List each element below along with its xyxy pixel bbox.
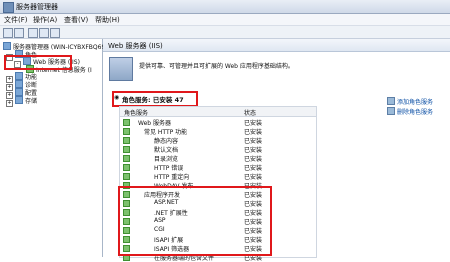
title-bar: 服务器管理器 (0, 0, 450, 14)
table-row[interactable]: HTTP 错误 已安装 (120, 162, 316, 172)
add-role-services-link[interactable]: 添加角色服务 (387, 97, 433, 106)
storage-icon (15, 96, 23, 104)
highlight-web-server (4, 55, 72, 70)
installed-icon (123, 173, 130, 180)
highlight-app-dev (118, 186, 272, 256)
app-icon (3, 2, 14, 13)
tree-storage[interactable]: + 存储 (6, 96, 37, 107)
content-pane: Web 服务器 (IIS) 提供可靠、可管理并且可扩展的 Web 应用程序基础结… (103, 39, 450, 262)
table-row[interactable]: 默认文档 已安装 (120, 144, 316, 154)
config-icon (15, 88, 23, 96)
expand-icon[interactable]: + (6, 100, 13, 107)
window-title: 服务器管理器 (16, 3, 58, 11)
remove-role-services-link[interactable]: 删除角色服务 (387, 107, 433, 116)
navigation-tree: 服务器管理器 (WIN-ICYBXFBQ69 - 角色 - Web 服务器 (IIS… (0, 39, 105, 257)
installed-icon (123, 137, 130, 144)
help-icon[interactable] (50, 28, 60, 38)
menu-view[interactable]: 查看(V) (64, 15, 88, 25)
forward-icon[interactable] (14, 28, 24, 38)
installed-icon (123, 146, 130, 153)
table-header: 角色服务 状态 (120, 107, 316, 117)
table-row[interactable]: Web 服务器 已安装 (120, 117, 316, 127)
table-row[interactable]: 目录浏览 已安装 (120, 153, 316, 163)
role-banner: 提供可靠、可管理并且可扩展的 Web 应用程序基础结构。 (109, 55, 445, 95)
back-icon[interactable] (3, 28, 13, 38)
remove-icon (387, 107, 395, 115)
menu-action[interactable]: 操作(A) (33, 15, 57, 25)
role-description: 提供可靠、可管理并且可扩展的 Web 应用程序基础结构。 (139, 63, 294, 70)
pane-title: Web 服务器 (IIS) (108, 42, 163, 50)
column-role-service[interactable]: 角色服务 (124, 108, 148, 117)
folder-icon[interactable] (28, 28, 38, 38)
table-row[interactable]: 常见 HTTP 功能 已安装 (120, 126, 316, 136)
features-icon (15, 72, 23, 80)
refresh-icon[interactable] (39, 28, 49, 38)
column-status[interactable]: 状态 (244, 108, 256, 117)
table-row[interactable]: 静态内容 已安装 (120, 135, 316, 145)
menu-file[interactable]: 文件(F) (4, 15, 28, 25)
installed-icon (123, 119, 130, 126)
installed-icon (123, 128, 130, 135)
server-icon (3, 42, 11, 50)
table-row[interactable]: HTTP 重定向 已安装 (120, 171, 316, 181)
installed-icon (123, 164, 130, 171)
web-server-large-icon (109, 57, 133, 81)
menu-bar: 文件(F) 操作(A) 查看(V) 帮助(H) (0, 14, 450, 26)
menu-help[interactable]: 帮助(H) (95, 15, 120, 25)
pane-header: Web 服务器 (IIS) (103, 39, 450, 52)
installed-icon (123, 155, 130, 162)
diagnostics-icon (15, 80, 23, 88)
toolbar (0, 26, 450, 39)
highlight-role-services (112, 91, 198, 107)
add-icon (387, 97, 395, 105)
